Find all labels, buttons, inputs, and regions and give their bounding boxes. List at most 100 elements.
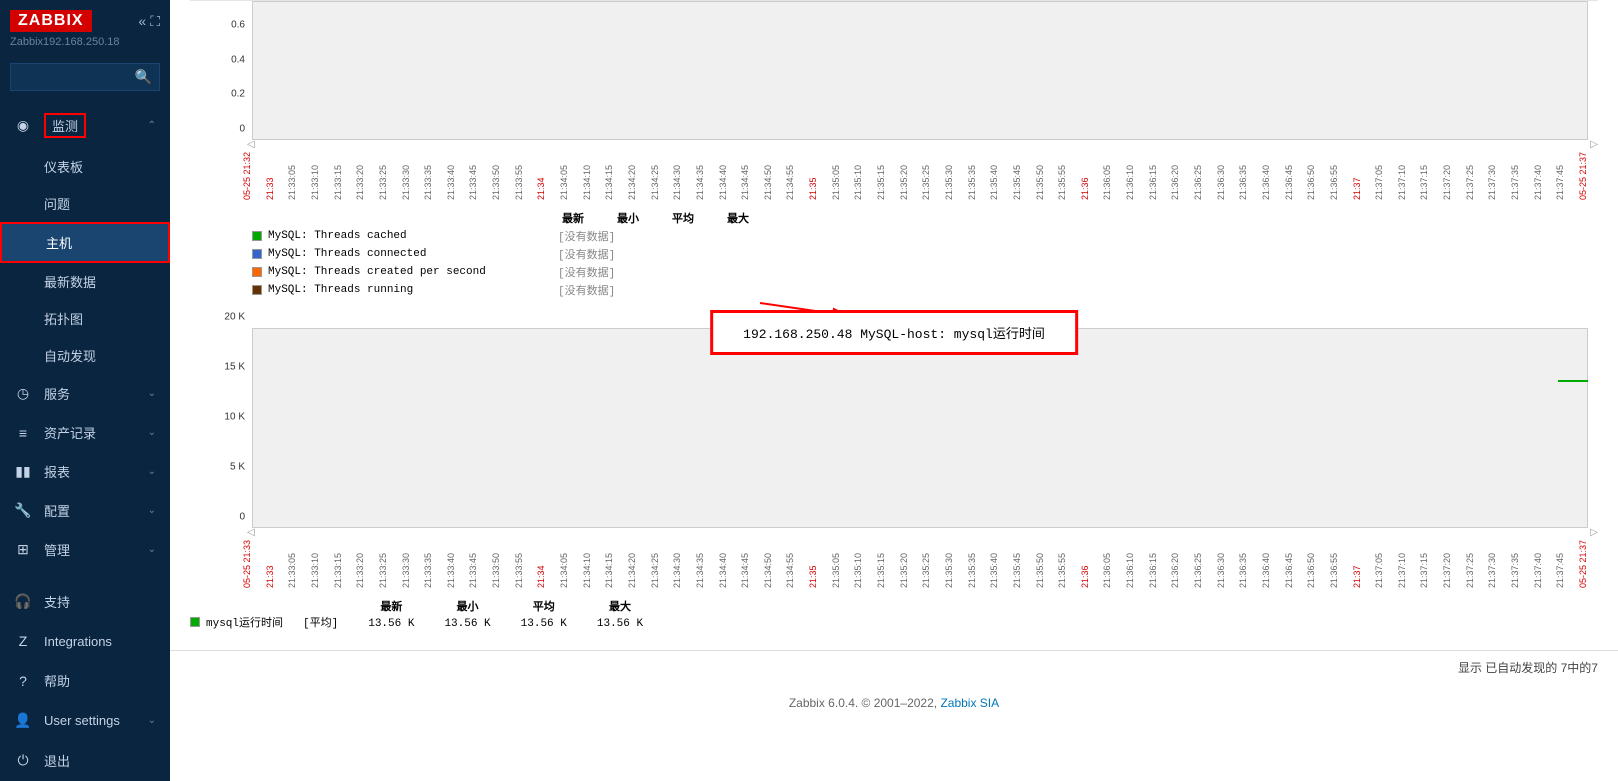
nav-logout[interactable]: ⏻ 退出: [0, 740, 170, 781]
legend-hdr-min: 最小: [617, 210, 652, 226]
x-tick: 21:36:35: [1238, 199, 1248, 200]
nav-reports[interactable]: ▮▮ 报表 ⌄: [0, 452, 170, 491]
y-tick: 0.2: [231, 89, 245, 100]
expand-icon[interactable]: ⛶: [150, 13, 160, 30]
chart-uptime: 05 K10 K15 K20 K ◁ ▷ 05-25 21:3321:3321:…: [190, 318, 1598, 630]
clock-icon: ◷: [14, 385, 32, 402]
x-tick: 21:37: [1352, 587, 1362, 588]
zabbix-link[interactable]: Zabbix SIA: [940, 696, 999, 710]
nav-dashboards[interactable]: 仪表板: [0, 148, 170, 185]
x-tick: 21:35:30: [944, 587, 954, 588]
nav-support[interactable]: 🎧 支持: [0, 581, 170, 622]
x-tick: 21:34:50: [763, 587, 773, 588]
x-tick: 21:36: [1080, 587, 1090, 588]
logo[interactable]: ZABBIX: [10, 10, 92, 32]
x-tick: 21:34:15: [604, 587, 614, 588]
legend-val-latest: 13.56 K: [368, 618, 414, 630]
nav-maps[interactable]: 拓扑图: [0, 300, 170, 337]
list-icon: ≡: [14, 425, 32, 441]
x-tick: 21:33:30: [401, 587, 411, 588]
x-tick: 21:37:15: [1419, 587, 1429, 588]
nav-services[interactable]: ◷ 服务 ⌄: [0, 374, 170, 413]
x-tick: 21:35:55: [1057, 199, 1067, 200]
x-tick: 21:37:45: [1555, 587, 1565, 588]
chart-plot-area[interactable]: [252, 1, 1588, 140]
legend-series-name: MySQL: Threads created per second: [268, 266, 558, 278]
collapse-icon[interactable]: «: [138, 13, 146, 30]
x-tick: 21:36:10: [1125, 587, 1135, 588]
x-tick: 21:33:50: [491, 587, 501, 588]
y-tick: 0: [239, 124, 245, 135]
x-tick: 21:34: [536, 587, 546, 588]
x-tick-end: 05-25 21:37: [1578, 587, 1588, 588]
search-icon[interactable]: 🔍: [135, 69, 152, 86]
x-tick-start: 05-25 21:32: [242, 199, 252, 200]
x-tick: 21:33:25: [378, 199, 388, 200]
x-tick: 21:34:25: [650, 587, 660, 588]
chevron-down-icon: ⌄: [148, 427, 156, 438]
x-tick: 21:34:40: [718, 587, 728, 588]
legend-row: MySQL: Threads cached[没有数据]: [252, 228, 1598, 244]
legend-swatch: [252, 231, 262, 241]
x-tick: 21:35:25: [921, 199, 931, 200]
x-tick: 21:36:05: [1102, 587, 1112, 588]
x-tick: 21:36:50: [1306, 199, 1316, 200]
x-tick: 21:35:20: [899, 199, 909, 200]
x-tick: 21:36:30: [1216, 587, 1226, 588]
legend-series-name: MySQL: Threads cached: [268, 230, 558, 242]
nav-configuration[interactable]: 🔧 配置 ⌄: [0, 491, 170, 530]
bar-chart-icon: ▮▮: [14, 463, 32, 480]
chart-plot-area[interactable]: [252, 328, 1588, 528]
x-tick: 21:36: [1080, 199, 1090, 200]
nav-inventory[interactable]: ≡ 资产记录 ⌄: [0, 413, 170, 452]
x-tick: 21:33:45: [468, 587, 478, 588]
x-tick: 21:35:55: [1057, 587, 1067, 588]
x-tick: 21:33:05: [287, 587, 297, 588]
scroll-right-icon[interactable]: ▷: [1590, 139, 1598, 150]
nav-discovery[interactable]: 自动发现: [0, 337, 170, 374]
headset-icon: 🎧: [14, 593, 32, 610]
nav-user-settings[interactable]: 👤 User settings ⌄: [0, 701, 170, 740]
x-tick: 21:36:55: [1329, 587, 1339, 588]
chevron-down-icon: ⌄: [148, 466, 156, 477]
legend-row: MySQL: Threads connected[没有数据]: [252, 246, 1598, 262]
chevron-up-icon: ⌃: [148, 120, 156, 131]
x-tick-end: 05-25 21:37: [1578, 199, 1588, 200]
x-tick: 21:36:55: [1329, 199, 1339, 200]
x-tick: 21:33:05: [287, 199, 297, 200]
eye-icon: ◉: [14, 117, 32, 134]
chevron-down-icon: ⌄: [148, 388, 156, 399]
x-tick: 21:34:30: [672, 199, 682, 200]
x-tick: 21:35:10: [853, 199, 863, 200]
nav-problems[interactable]: 问题: [0, 185, 170, 222]
x-tick: 21:34:40: [718, 199, 728, 200]
nav-help[interactable]: ? 帮助: [0, 660, 170, 701]
legend-agg: [平均]: [303, 614, 338, 630]
x-tick-start: 05-25 21:33: [242, 587, 252, 588]
nav-hosts[interactable]: 主机: [0, 222, 170, 263]
chevron-down-icon: ⌄: [148, 505, 156, 516]
x-tick: 21:35:50: [1035, 587, 1045, 588]
footer-copyright: Zabbix 6.0.4. © 2001–2022, Zabbix SIA: [170, 684, 1618, 722]
server-name: Zabbix192.168.250.18: [10, 36, 160, 48]
x-tick: 21:34:20: [627, 199, 637, 200]
x-tick: 21:33:50: [491, 199, 501, 200]
nav-administration[interactable]: ⊞ 管理 ⌄: [0, 530, 170, 569]
x-tick: 21:37:10: [1397, 587, 1407, 588]
x-tick: 21:36:25: [1193, 587, 1203, 588]
x-tick: 21:37:40: [1533, 199, 1543, 200]
nav-latest-data[interactable]: 最新数据: [0, 263, 170, 300]
y-tick: 0.6: [231, 19, 245, 30]
x-tick: 21:34:10: [582, 199, 592, 200]
scroll-right-icon[interactable]: ▷: [1590, 527, 1598, 538]
x-tick: 21:33:20: [355, 587, 365, 588]
x-tick: 21:36:45: [1284, 587, 1294, 588]
x-tick: 21:37:05: [1374, 587, 1384, 588]
x-tick: 21:33:40: [446, 199, 456, 200]
nav-monitoring[interactable]: ◉ 监测 ⌃: [0, 103, 170, 148]
user-icon: 👤: [14, 712, 32, 729]
x-tick: 21:35:40: [989, 199, 999, 200]
y-tick: 0.4: [231, 54, 245, 65]
z-icon: Z: [14, 633, 32, 649]
nav-integrations[interactable]: Z Integrations: [0, 622, 170, 660]
